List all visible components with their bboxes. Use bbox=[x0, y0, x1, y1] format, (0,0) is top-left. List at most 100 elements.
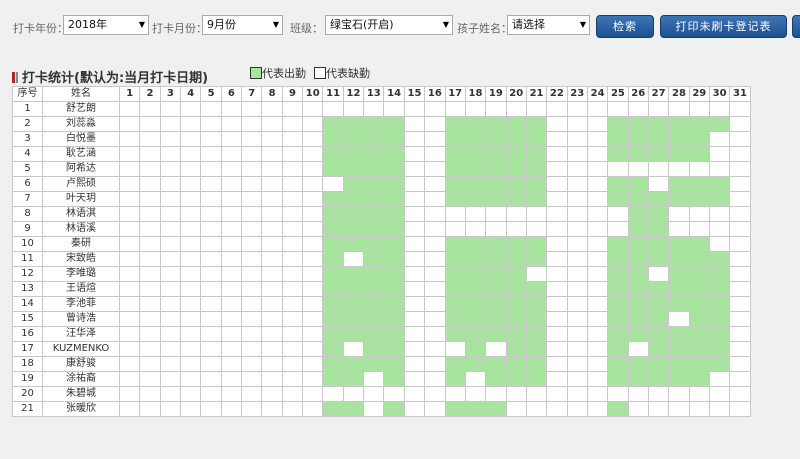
attendance-cell-present bbox=[688, 176, 710, 192]
attendance-cell-absent bbox=[200, 296, 222, 312]
row-index: 11 bbox=[12, 251, 43, 267]
attendance-cell-absent bbox=[220, 221, 243, 237]
child-select[interactable]: 请选择 ▼ bbox=[507, 15, 590, 35]
attendance-cell-present bbox=[485, 146, 507, 162]
attendance-cell-absent bbox=[729, 356, 751, 372]
attendance-cell-absent bbox=[159, 281, 182, 297]
attendance-cell-present bbox=[464, 266, 487, 282]
table-row: 3 白悦墨 bbox=[12, 131, 751, 147]
search-button[interactable]: 检索 bbox=[596, 15, 654, 38]
attendance-cell-present bbox=[383, 296, 405, 312]
attendance-cell-absent bbox=[627, 386, 649, 402]
attendance-cell-absent bbox=[342, 386, 365, 402]
legend-present-label: 代表出勤 bbox=[262, 67, 306, 80]
attendance-cell-present bbox=[444, 371, 466, 387]
attendance-cell-absent bbox=[220, 236, 243, 252]
attendance-cell-absent bbox=[139, 356, 161, 372]
attendance-cell-absent bbox=[729, 386, 751, 402]
attendance-cell-absent bbox=[688, 206, 710, 222]
attendance-cell-absent bbox=[281, 101, 304, 117]
attendance-cell-absent bbox=[647, 386, 670, 402]
attendance-cell-present bbox=[505, 161, 527, 177]
attendance-cell-absent bbox=[586, 401, 609, 417]
attendance-cell-absent bbox=[159, 131, 182, 147]
attendance-cell-absent bbox=[118, 191, 141, 207]
attendance-cell-absent bbox=[647, 266, 670, 282]
attendance-cell-present bbox=[668, 191, 690, 207]
attendance-cell-absent bbox=[139, 386, 161, 402]
attendance-cell-absent bbox=[586, 326, 609, 342]
attendance-cell-present bbox=[627, 311, 649, 327]
day-header: 14 bbox=[383, 86, 405, 102]
day-header: 26 bbox=[627, 86, 649, 102]
attendance-cell-absent bbox=[566, 191, 588, 207]
attendance-cell-present bbox=[464, 161, 487, 177]
year-select[interactable]: 2018年 ▼ bbox=[63, 15, 149, 35]
attendance-cell-present bbox=[708, 266, 731, 282]
attendance-cell-present bbox=[485, 236, 507, 252]
attendance-cell-absent bbox=[586, 311, 609, 327]
attendance-cell-absent bbox=[180, 176, 202, 192]
attendance-cell-absent bbox=[159, 311, 182, 327]
attendance-cell-absent bbox=[281, 311, 304, 327]
attendance-cell-absent bbox=[180, 236, 202, 252]
attendance-cell-absent bbox=[159, 176, 182, 192]
attendance-cell-absent bbox=[241, 326, 263, 342]
attendance-cell-present bbox=[525, 371, 548, 387]
attendance-cell-present bbox=[607, 296, 629, 312]
attendance-cell-absent bbox=[688, 101, 710, 117]
attendance-cell-present bbox=[668, 341, 690, 357]
attendance-cell-absent bbox=[139, 296, 161, 312]
attendance-cell-absent bbox=[118, 131, 141, 147]
attendance-cell-absent bbox=[586, 101, 609, 117]
attendance-cell-present bbox=[505, 191, 527, 207]
table-row: 5 阿希达 bbox=[12, 161, 751, 177]
print-unpunched-button[interactable]: 打印未刷卡登记表 bbox=[660, 15, 787, 38]
attendance-cell-absent bbox=[729, 116, 751, 132]
attendance-cell-absent bbox=[118, 326, 141, 342]
attendance-cell-present bbox=[668, 356, 690, 372]
month-select[interactable]: 9月份 ▼ bbox=[202, 15, 283, 35]
extra-button[interactable] bbox=[792, 15, 800, 38]
attendance-cell-absent bbox=[180, 326, 202, 342]
attendance-cell-absent bbox=[668, 386, 690, 402]
attendance-cell-absent bbox=[566, 356, 588, 372]
day-header: 25 bbox=[607, 86, 629, 102]
attendance-cell-present bbox=[505, 236, 527, 252]
attendance-cell-absent bbox=[485, 101, 507, 117]
attendance-cell-absent bbox=[403, 356, 426, 372]
attendance-cell-absent bbox=[200, 356, 222, 372]
attendance-cell-absent bbox=[241, 281, 263, 297]
row-index: 8 bbox=[12, 206, 43, 222]
attendance-cell-absent bbox=[668, 101, 690, 117]
attendance-cell-absent bbox=[708, 371, 731, 387]
attendance-cell-absent bbox=[261, 401, 283, 417]
attendance-cell-absent bbox=[261, 296, 283, 312]
attendance-cell-absent bbox=[688, 386, 710, 402]
attendance-cell-absent bbox=[281, 236, 304, 252]
attendance-cell-absent bbox=[566, 161, 588, 177]
attendance-cell-absent bbox=[586, 161, 609, 177]
attendance-cell-absent bbox=[159, 386, 182, 402]
attendance-cell-absent bbox=[241, 116, 263, 132]
attendance-cell-present bbox=[708, 191, 731, 207]
attendance-cell-absent bbox=[281, 356, 304, 372]
attendance-cell-absent bbox=[708, 401, 731, 417]
attendance-cell-absent bbox=[118, 266, 141, 282]
attendance-cell-absent bbox=[566, 371, 588, 387]
year-select-value: 2018年 bbox=[68, 18, 107, 31]
class-select[interactable]: 绿宝石(开启) ▼ bbox=[325, 15, 453, 35]
attendance-cell-present bbox=[342, 266, 365, 282]
attendance-cell-absent bbox=[403, 101, 426, 117]
student-name: 林语淇 bbox=[42, 206, 120, 222]
attendance-cell-absent bbox=[139, 326, 161, 342]
day-header: 5 bbox=[200, 86, 222, 102]
attendance-cell-present bbox=[647, 296, 670, 312]
attendance-cell-present bbox=[607, 356, 629, 372]
day-header: 4 bbox=[180, 86, 202, 102]
attendance-cell-absent bbox=[464, 386, 487, 402]
attendance-cell-absent bbox=[668, 311, 690, 327]
attendance-cell-absent bbox=[281, 326, 304, 342]
attendance-cell-present bbox=[342, 146, 365, 162]
attendance-cell-present bbox=[444, 116, 466, 132]
